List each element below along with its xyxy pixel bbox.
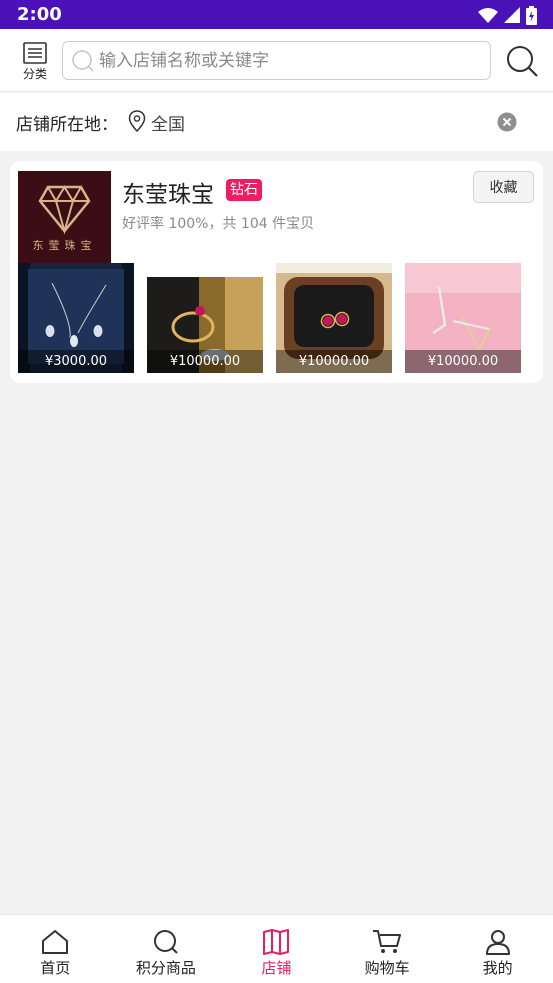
signal-icon [504, 7, 520, 23]
status-bar: 2:00 [0, 0, 553, 29]
product-price: ¥3000.00 [18, 350, 134, 373]
category-label: 分类 [22, 67, 47, 81]
product-price: ¥10000.00 [276, 350, 392, 373]
status-icons [478, 5, 537, 25]
search-input[interactable] [99, 50, 479, 71]
tab-label: 店铺 [261, 959, 292, 977]
tab-label: 积分商品 [135, 959, 196, 977]
product-price: ¥10000.00 [405, 350, 521, 373]
user-icon [485, 930, 510, 955]
tab-points-products[interactable]: 积分商品 [111, 915, 222, 983]
favorite-button[interactable]: 收藏 [473, 171, 534, 203]
search-icon [72, 49, 94, 72]
bottom-tab-bar: 首页 积分商品 店铺 购物车 我的 [0, 914, 553, 983]
tab-mine[interactable]: 我的 [442, 915, 553, 983]
category-button[interactable]: 分类 [16, 42, 54, 86]
tab-label: 购物车 [364, 959, 410, 977]
tab-label: 我的 [482, 959, 513, 977]
product-item[interactable]: ¥3000.00 [18, 263, 134, 373]
clear-location-icon[interactable] [497, 112, 517, 132]
location-pin-icon [128, 110, 146, 132]
battery-icon [526, 5, 537, 25]
shop-book-icon [263, 929, 290, 955]
wifi-icon [478, 8, 498, 23]
tab-label: 首页 [40, 959, 71, 977]
cart-icon [373, 930, 402, 953]
home-icon [42, 930, 69, 954]
product-item[interactable]: ¥10000.00 [405, 263, 521, 373]
tab-cart[interactable]: 购物车 [332, 915, 443, 983]
search-icon [153, 930, 178, 954]
status-time: 2:00 [17, 4, 62, 25]
product-item[interactable]: ¥10000.00 [147, 263, 263, 373]
search-box[interactable] [62, 41, 491, 80]
tab-shop[interactable]: 店铺 [221, 915, 332, 983]
search-button-icon[interactable] [505, 44, 539, 78]
shop-logo: 东莹珠宝 [18, 171, 111, 264]
tab-home[interactable]: 首页 [0, 915, 111, 983]
product-item[interactable]: ¥10000.00 [276, 263, 392, 373]
shop-stats: 好评率 100%，共 104 件宝贝 [122, 216, 315, 232]
location-label: 店铺所在地： [16, 115, 118, 135]
location-value: 全国 [151, 115, 185, 135]
product-price: ¥10000.00 [147, 350, 263, 373]
shop-name: 东莹珠宝 [122, 182, 214, 208]
list-icon [23, 42, 47, 64]
location-bar[interactable]: 店铺所在地： 全国 [0, 93, 553, 151]
shop-logo-text: 东莹珠宝 [32, 239, 97, 252]
shop-card[interactable]: 东莹珠宝 东莹珠宝 钻石 好评率 100%，共 104 件宝贝 收藏 ¥3000… [10, 161, 543, 383]
shop-level-badge: 钻石 [226, 179, 262, 201]
top-bar: 分类 [0, 29, 553, 92]
